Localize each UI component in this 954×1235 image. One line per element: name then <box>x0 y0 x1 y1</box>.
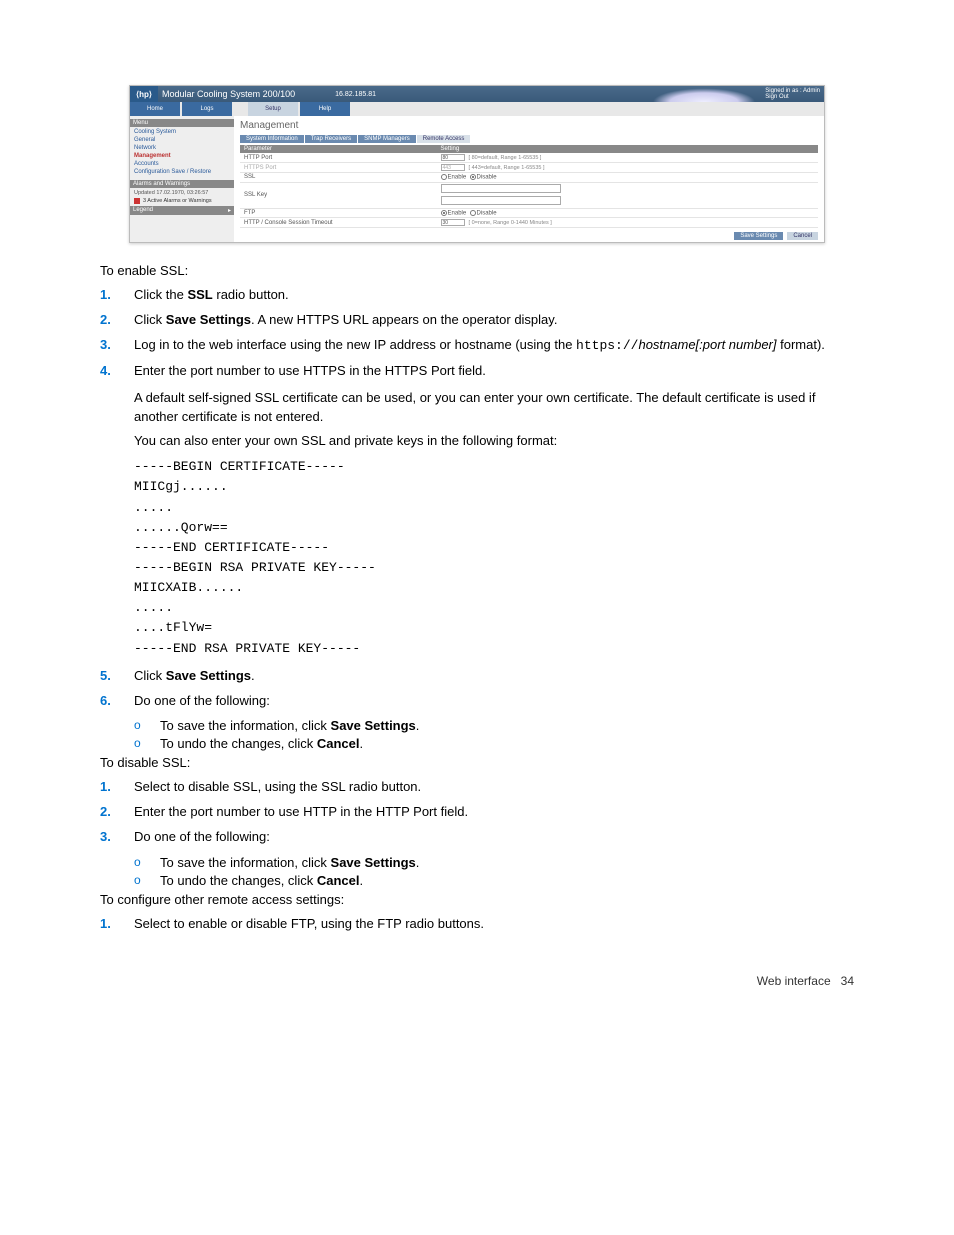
step-num: 1. <box>100 778 134 797</box>
side-alarms-hdr: Alarms and Warnings <box>130 180 234 188</box>
step-num: 1. <box>100 915 134 934</box>
enable-ssl-steps-cont: 5. Click Save Settings. 6. Do one of the… <box>100 667 854 711</box>
step-num: 3. <box>100 336 134 356</box>
oth-step-1: Select to enable or disable FTP, using t… <box>134 915 854 934</box>
side-accounts[interactable]: Accounts <box>134 160 230 168</box>
cancel-button[interactable]: Cancel <box>787 232 818 240</box>
subtab-sysinfo[interactable]: System Information <box>240 135 304 143</box>
dis-step-2: Enter the port number to use HTTP in the… <box>134 803 854 822</box>
step-4: Enter the port number to use HTTPS in th… <box>134 362 854 381</box>
row-sslkey-label: SSL Key <box>240 182 437 208</box>
sslkey-textarea[interactable] <box>441 184 561 193</box>
shot-sidebar: Menu Cooling System General Network Mana… <box>130 116 234 242</box>
bullet: o <box>134 855 160 870</box>
shot-subtabs: System Information Trap Receivers SNMP M… <box>240 135 818 143</box>
side-menu-hdr: Menu <box>130 119 234 127</box>
timeout-range: [ 0=none, Range 0-1440 Minutes ] <box>469 220 552 226</box>
ssl-disable-radio[interactable] <box>470 174 476 180</box>
side-cooling[interactable]: Cooling System <box>134 128 230 136</box>
sub-cancel-2: To undo the changes, click Cancel. <box>160 873 363 888</box>
other-steps: 1. Select to enable or disable FTP, usin… <box>100 915 854 934</box>
timeout-input[interactable]: 30 <box>441 219 465 226</box>
dis-step-3: Do one of the following: <box>134 828 854 847</box>
step-num: 4. <box>100 362 134 381</box>
hp-logo: ⟨hp⟩ <box>130 86 158 102</box>
bullet: o <box>134 873 160 888</box>
subtab-remote[interactable]: Remote Access <box>417 135 471 143</box>
side-management[interactable]: Management <box>134 152 230 160</box>
http-port-range: [ 80=default, Range 1-65535 ] <box>469 155 542 161</box>
step-4-para-1: A default self-signed SSL certificate ca… <box>134 389 854 427</box>
alarm-icon <box>134 198 140 204</box>
https-port-range: [ 443=default, Range 1-65535 ] <box>469 165 545 171</box>
row-timeout-label: HTTP / Console Session Timeout <box>240 218 437 228</box>
step-num: 2. <box>100 311 134 330</box>
settings-table: Parameter Setting HTTP Port 80 [ 80=defau… <box>240 145 818 228</box>
dis-step-3-sub: o To save the information, click Save Se… <box>134 855 854 888</box>
sslkey-textarea-2[interactable] <box>441 196 561 205</box>
shot-ip: 16.82.185.81 <box>335 91 376 98</box>
shot-content: Management System Information Trap Recei… <box>234 116 824 242</box>
row-https-port-label: HTTPS Port <box>240 163 437 173</box>
step-num: 3. <box>100 828 134 847</box>
shot-sky-graphic <box>644 86 764 102</box>
page-footer: Web interface 34 <box>100 974 854 988</box>
row-ssl-label: SSL <box>240 173 437 183</box>
step-6-sub: o To save the information, click Save Se… <box>134 718 854 751</box>
shot-topbar: ⟨hp⟩ Modular Cooling System 200/100 16.8… <box>130 86 824 102</box>
sign-out-link[interactable]: Sign Out <box>765 94 820 100</box>
tab-home[interactable]: Home <box>130 102 180 116</box>
step-5: Click Save Settings. <box>134 667 854 686</box>
enable-ssl-steps: 1. Click the SSL radio button. 2. Click … <box>100 286 854 380</box>
step-num: 1. <box>100 286 134 305</box>
https-port-input[interactable]: 443 <box>441 164 465 171</box>
tab-help[interactable]: Help <box>300 102 350 116</box>
shot-product-title: Modular Cooling System 200/100 <box>162 89 295 99</box>
side-legend[interactable]: Legend▸ <box>130 206 234 215</box>
step-num: 5. <box>100 667 134 686</box>
dis-step-1: Select to disable SSL, using the SSL rad… <box>134 778 854 797</box>
sub-save: To save the information, click Save Sett… <box>160 718 419 733</box>
sub-save-2: To save the information, click Save Sett… <box>160 855 419 870</box>
sub-cancel: To undo the changes, click Cancel. <box>160 736 363 751</box>
subtab-trap[interactable]: Trap Receivers <box>305 135 357 143</box>
tab-logs[interactable]: Logs <box>182 102 232 116</box>
row-ftp-label: FTP <box>240 208 437 218</box>
bullet: o <box>134 718 160 733</box>
step-2: Click Save Settings. A new HTTPS URL app… <box>134 311 854 330</box>
col-setting: Setting <box>437 145 818 153</box>
step-3: Log in to the web interface using the ne… <box>134 336 854 356</box>
side-active-alarms[interactable]: 3 Active Alarms or Warnings <box>134 197 230 205</box>
step-num: 2. <box>100 803 134 822</box>
step-1: Click the SSL radio button. <box>134 286 854 305</box>
tab-setup[interactable]: Setup <box>248 102 298 116</box>
col-parameter: Parameter <box>240 145 437 153</box>
shot-heading: Management <box>240 120 818 131</box>
disable-ssl-lead: To disable SSL: <box>100 755 854 770</box>
screenshot-management-remote-access: ⟨hp⟩ Modular Cooling System 200/100 16.8… <box>129 85 825 243</box>
http-port-input[interactable]: 80 <box>441 154 465 161</box>
save-settings-button[interactable]: Save Settings <box>734 232 783 240</box>
row-http-port-label: HTTP Port <box>240 153 437 163</box>
disable-ssl-steps: 1. Select to disable SSL, using the SSL … <box>100 778 854 847</box>
bullet: o <box>134 736 160 751</box>
side-config-save[interactable]: Configuration Save / Restore <box>134 168 230 176</box>
ftp-enable-radio[interactable] <box>441 210 447 216</box>
side-updated: Updated 17.02.1970, 03:26:57 <box>134 189 230 197</box>
step-4-para-2: You can also enter your own SSL and priv… <box>134 432 854 451</box>
subtab-snmp[interactable]: SNMP Managers <box>358 135 416 143</box>
ssl-enable-radio[interactable] <box>441 174 447 180</box>
other-lead: To configure other remote access setting… <box>100 892 854 907</box>
enable-ssl-lead: To enable SSL: <box>100 263 854 278</box>
step-num: 6. <box>100 692 134 711</box>
step-6: Do one of the following: <box>134 692 854 711</box>
cert-block: -----BEGIN CERTIFICATE----- MIICgj......… <box>134 457 854 658</box>
side-general[interactable]: General <box>134 136 230 144</box>
shot-signin: Signed in as : Admin Sign Out <box>765 88 820 100</box>
side-network[interactable]: Network <box>134 144 230 152</box>
shot-toptabs: Home Logs Setup Help <box>130 102 824 116</box>
ftp-disable-radio[interactable] <box>470 210 476 216</box>
